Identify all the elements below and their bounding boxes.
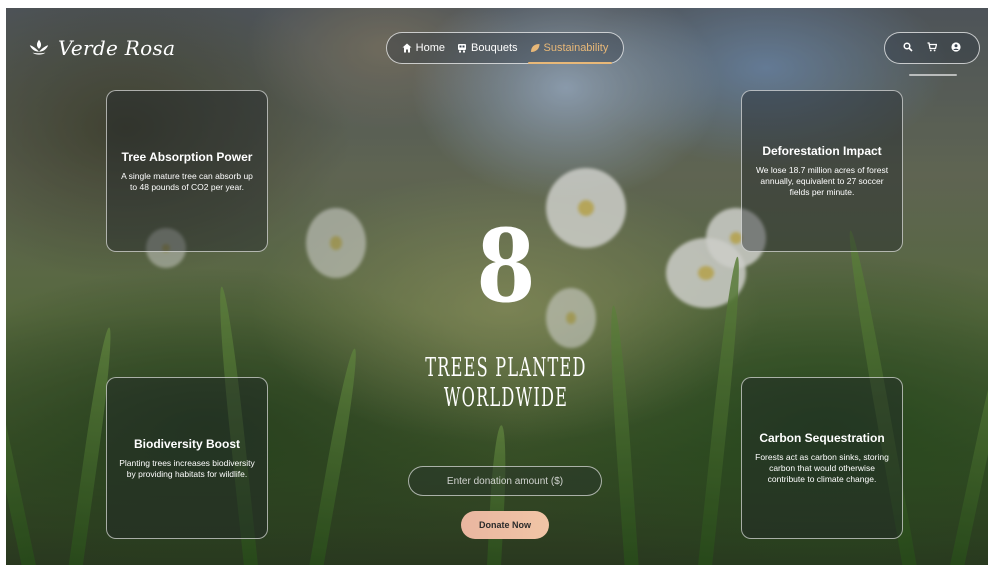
brand-logo[interactable]: Verde Rosa [28,36,175,60]
fact-card-carbon-sequestration: Carbon Sequestration Forests act as carb… [741,377,903,539]
fact-card-biodiversity: Biodiversity Boost Planting trees increa… [106,377,268,539]
search-button[interactable] [903,39,913,57]
donation-amount-input[interactable] [408,466,602,496]
nav-item-home[interactable]: Home [402,42,445,54]
bouquet-icon [458,44,467,53]
card-text: We lose 18.7 million acres of forest ann… [755,165,889,197]
card-text: Forests act as carbon sinks, storing car… [755,452,889,484]
nav-item-sustainability[interactable]: Sustainability [527,42,613,64]
toolbar-indicator [909,74,957,76]
cart-icon [927,42,938,52]
fact-card-tree-absorption: Tree Absorption Power A single mature tr… [106,90,268,252]
card-title: Tree Absorption Power [121,149,253,164]
account-button[interactable] [951,39,961,57]
card-title: Carbon Sequestration [759,431,885,445]
card-title: Biodiversity Boost [133,436,241,451]
lotus-icon [29,39,49,55]
trees-planted-label: TREES PLANTED WORLDWIDE [425,353,587,413]
brand-name: Verde Rosa [58,36,176,60]
main-nav: Home Bouquets Sustainability [386,32,624,64]
fact-card-deforestation: Deforestation Impact We lose 18.7 millio… [741,90,903,252]
donate-now-button[interactable]: Donate Now [461,511,549,539]
cart-button[interactable] [927,39,938,57]
home-icon [402,43,412,53]
search-icon [903,42,913,52]
card-text: A single mature tree can absorb up to 48… [121,170,253,192]
trees-planted-count: 8 [476,207,536,325]
user-icon [951,42,961,52]
nav-item-bouquets[interactable]: Bouquets [457,42,518,54]
hero-background: Verde Rosa Home Bouquets Sustainability … [6,8,988,565]
toolbar [884,32,980,64]
card-title: Deforestation Impact [762,144,882,158]
card-text: Planting trees increases biodiversity by… [119,457,255,479]
leaf-icon [530,44,539,52]
